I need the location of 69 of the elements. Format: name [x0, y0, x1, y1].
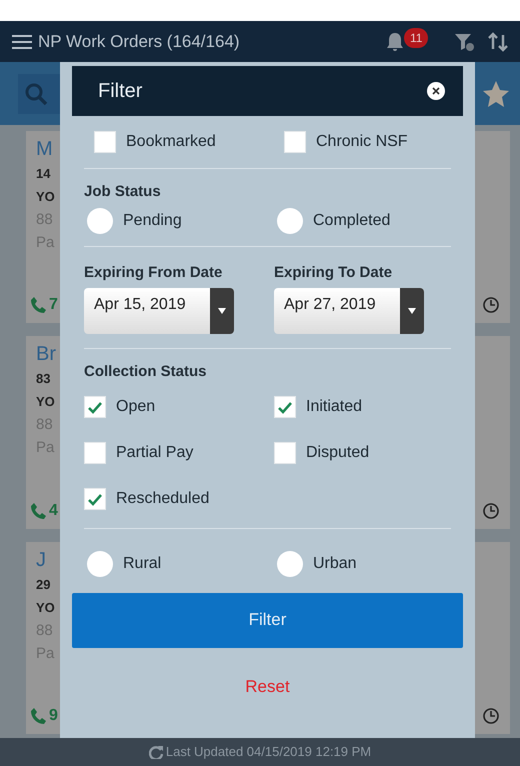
date-picker[interactable]: Apr 15, 2019	[84, 288, 234, 334]
phone-icon	[30, 502, 48, 520]
bell-icon[interactable]	[386, 32, 404, 52]
dropdown-caret-icon	[218, 308, 226, 314]
sort-icon[interactable]	[488, 32, 508, 52]
checkbox[interactable]	[274, 442, 296, 464]
card-text: 14	[36, 165, 50, 183]
checkbox-option[interactable]: Partial Pay	[84, 430, 274, 476]
checkbox[interactable]	[84, 396, 106, 418]
radio-button[interactable]	[277, 208, 303, 234]
option-label: Pending	[123, 210, 182, 230]
close-icon[interactable]	[427, 82, 445, 100]
checkbox[interactable]	[84, 488, 106, 510]
checkbox-option[interactable]: Chronic NSF	[274, 119, 451, 164]
checkbox[interactable]	[274, 396, 296, 418]
clock-icon	[482, 706, 500, 725]
option-label: Disputed	[306, 442, 370, 462]
option-label: Completed	[313, 210, 390, 230]
checkbox-option[interactable]: Rescheduled	[84, 476, 274, 522]
option-label: Bookmarked	[126, 132, 216, 152]
option-label: Rescheduled	[116, 488, 210, 508]
option-label: Partial Pay	[116, 442, 194, 462]
radio-button[interactable]	[87, 550, 113, 576]
checkbox-option[interactable]: Disputed	[274, 430, 451, 476]
section-label: Collection Status	[83, 362, 208, 382]
card-title: J	[36, 548, 46, 572]
dialog-title: Filter	[98, 79, 142, 104]
card-text: 83	[36, 370, 50, 388]
radio-option[interactable]: Urban	[274, 540, 451, 586]
checkbox-option[interactable]: Initiated	[274, 384, 451, 430]
refresh-icon[interactable]	[148, 745, 163, 759]
phone-number: 9	[49, 706, 58, 726]
option-label: Rural	[123, 554, 162, 574]
option-label: Initiated	[306, 396, 362, 416]
card-title: M	[36, 137, 53, 161]
checkbox[interactable]	[284, 130, 306, 152]
clock-icon	[482, 296, 500, 314]
star-icon[interactable]	[482, 80, 510, 108]
filter-icon[interactable]	[454, 32, 476, 52]
last-updated-text: Last Updated 04/15/2019 12:19 PM	[166, 743, 372, 762]
radio-button[interactable]	[277, 550, 303, 576]
date-label: Expiring From Date	[84, 262, 224, 282]
phone-icon	[30, 296, 48, 314]
phone-number: 7	[49, 295, 58, 316]
search-icon	[24, 82, 48, 106]
card-text: YO	[36, 393, 55, 412]
option-label: Open	[116, 396, 156, 416]
card-title: Br	[36, 342, 56, 366]
date-picker[interactable]: Apr 27, 2019	[274, 288, 424, 334]
option-label: Urban	[313, 554, 357, 574]
checkbox-option[interactable]: Bookmarked	[84, 119, 274, 164]
radio-option[interactable]: Rural	[84, 540, 274, 586]
dropdown-caret-icon	[408, 308, 416, 314]
radio-button[interactable]	[87, 208, 113, 234]
card-text: 29	[36, 576, 50, 594]
filter-button[interactable]: Filter	[72, 592, 463, 648]
phone-number: 4	[49, 500, 58, 521]
date-label: Expiring To Date	[274, 262, 394, 282]
menu-icon[interactable]	[12, 34, 32, 50]
clock-icon	[482, 502, 500, 520]
card-text: YO	[36, 598, 55, 617]
checkbox[interactable]	[94, 130, 116, 152]
checkbox[interactable]	[84, 442, 106, 464]
card-text: YO	[36, 188, 55, 206]
phone-icon	[30, 706, 48, 725]
app-title: NP Work Orders (164/164)	[38, 30, 241, 53]
option-label: Chronic NSF	[316, 132, 408, 152]
radio-option[interactable]: Completed	[274, 198, 451, 244]
checkbox-option[interactable]: Open	[84, 384, 274, 430]
